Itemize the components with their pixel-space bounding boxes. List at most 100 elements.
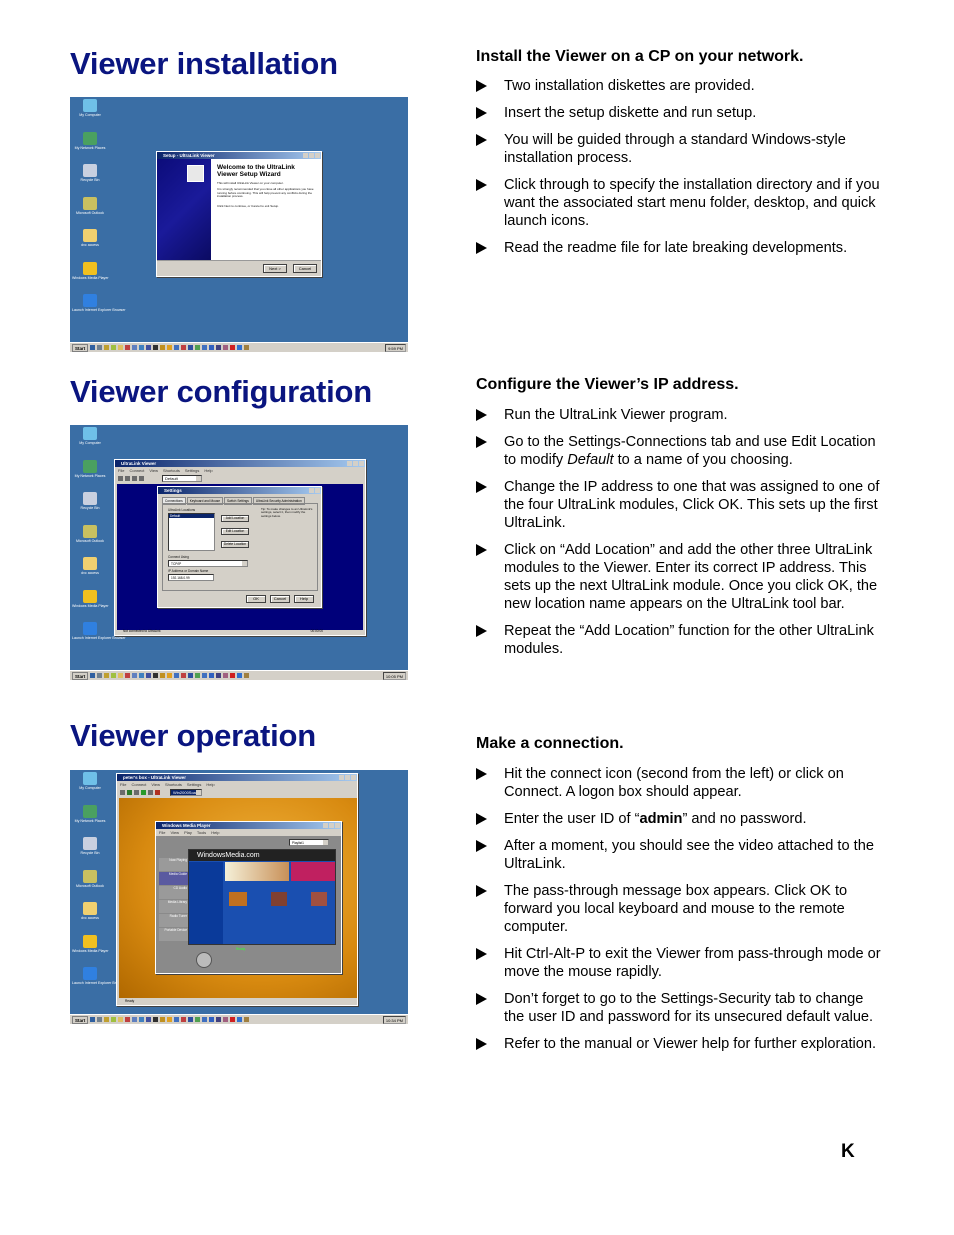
quick-launch-icon[interactable] [188,1017,194,1022]
quick-launch-icon[interactable] [153,1017,159,1022]
close-icon[interactable] [359,461,364,466]
quick-launch-icon[interactable] [111,1017,117,1022]
ip-input[interactable]: 192.168.0.99 [168,574,214,581]
quick-launch-icon[interactable] [118,1017,124,1022]
desktop-icon[interactable]: Microsoft Outlook [76,869,104,888]
quick-launch-icon[interactable] [223,673,229,678]
help-button[interactable]: Help [294,595,314,603]
quick-launch-icon[interactable] [223,1017,229,1022]
desktop-icon[interactable]: Launch Internet Explorer Browser [72,294,126,312]
desktop-icon[interactable]: My Network Places [75,459,105,478]
quick-launch-icon[interactable] [146,1017,152,1022]
quick-launch-icon[interactable] [181,345,187,350]
quick-launch-icon[interactable] [118,345,124,350]
desktop-icon[interactable]: Microsoft Outlook [76,524,104,543]
quick-launch-icon[interactable] [146,345,152,350]
quick-launch-icon[interactable] [90,345,96,350]
quick-launch-icon[interactable] [181,673,187,678]
desktop-icon[interactable]: Recycle Bin [80,164,100,182]
quick-launch-icon[interactable] [97,1017,103,1022]
quick-launch-icon[interactable] [237,1017,243,1022]
desktop-icon[interactable]: My Computer [79,99,101,117]
menu-item-shortcuts[interactable]: Shortcuts [163,468,180,473]
menu-item-help[interactable]: Help [211,830,219,835]
quick-launch-icon[interactable] [181,1017,187,1022]
quick-launch-icon[interactable] [132,1017,138,1022]
pass-through-icon[interactable] [141,790,146,795]
quick-launch-icon[interactable] [132,673,138,678]
desktop-icon[interactable]: My Computer [79,772,101,790]
menu-item-settings[interactable]: Settings [185,468,199,473]
wmp-nav-portable-device[interactable]: Portable Device [159,928,189,941]
desktop-icon[interactable]: dvc access [80,902,100,920]
quick-launch-icon[interactable] [139,345,145,350]
desktop-icon[interactable]: My Network Places [75,804,105,823]
wmp-feature-1[interactable] [225,862,289,881]
quick-launch-icon[interactable] [244,673,250,678]
quick-launch-icon[interactable] [237,673,243,678]
delete-location-button[interactable]: Delete Location [221,541,249,548]
desktop-icon[interactable]: Windows Media Player [72,261,109,280]
wmp-thumb-3[interactable] [311,892,327,906]
quick-launch-icon[interactable] [90,1017,96,1022]
quick-launch-icon[interactable] [216,673,222,678]
location-combo[interactable]: Default [162,475,202,482]
close-icon[interactable] [315,488,320,493]
desktop-icon[interactable]: Recycle Bin [80,492,100,510]
quick-launch-icon[interactable] [230,673,236,678]
quick-launch-icon[interactable] [195,673,201,678]
menu-item-view[interactable]: View [151,782,160,787]
connect-icon[interactable] [125,476,130,481]
wmp-nav-media-guide[interactable]: Media Guide [159,872,189,885]
quick-launch-icon[interactable] [90,673,96,678]
wmp-nav-radio-tuner[interactable]: Radio Tuner [159,914,189,927]
menu-item-help[interactable]: Help [204,468,212,473]
menu-item-view[interactable]: View [149,468,158,473]
quick-launch-icon[interactable] [237,345,243,350]
quick-launch-icon[interactable] [97,673,103,678]
quick-launch-icon[interactable] [111,673,117,678]
desktop-icon[interactable]: Launch Internet Explorer Browser [72,622,126,640]
desktop-icon[interactable]: Launch Internet Explorer Browser [72,967,126,985]
connect-using-select[interactable]: TCP/IP [168,560,248,567]
edit-location-button[interactable]: Edit Location [221,528,249,535]
quick-launch-icon[interactable] [132,345,138,350]
menu-item-shortcuts[interactable]: Shortcuts [165,782,182,787]
quick-launch-icon[interactable] [160,1017,166,1022]
quick-launch-icon[interactable] [153,345,159,350]
desktop-icon[interactable]: Recycle Bin [80,837,100,855]
quick-launch-icon[interactable] [209,1017,215,1022]
quick-launch-icon[interactable] [202,345,208,350]
quick-launch-icon[interactable] [174,673,180,678]
start-button[interactable]: Start [72,671,89,680]
quick-launch-icon[interactable] [223,345,229,350]
quick-launch-icon[interactable] [111,345,117,350]
quick-launch-icon[interactable] [202,673,208,678]
menu-item-connect[interactable]: Connect [131,782,146,787]
quick-launch-icon[interactable] [125,1017,131,1022]
desktop-icon[interactable]: Microsoft Outlook [76,196,104,215]
wmp-nav-media-library[interactable]: Media Library [159,900,189,913]
quick-launch-icon[interactable] [97,345,103,350]
save-icon[interactable] [118,476,123,481]
location-combo[interactable]: Win2000Soap [170,789,202,796]
desktop-icon[interactable]: dvc access [80,229,100,247]
wmp-thumb-1[interactable] [229,892,247,906]
quick-launch-icon[interactable] [174,345,180,350]
next-button[interactable]: Next > [263,264,287,273]
playlist-select[interactable]: Playlist1 [289,839,329,846]
quick-launch-icon[interactable] [174,1017,180,1022]
menu-item-help[interactable]: Help [206,782,214,787]
ok-button[interactable]: OK [246,595,266,603]
menu-item-file[interactable]: File [120,782,126,787]
cancel-button[interactable]: Cancel [293,264,317,273]
quick-launch-icon[interactable] [125,673,131,678]
quick-launch-icon[interactable] [202,1017,208,1022]
quick-launch-icon[interactable] [209,345,215,350]
desktop-icon[interactable]: dvc access [80,557,100,575]
start-button[interactable]: Start [72,1015,89,1024]
quick-launch-icon[interactable] [118,673,124,678]
start-button[interactable]: Start [72,343,89,352]
close-icon[interactable] [315,153,320,158]
quick-launch-icon[interactable] [104,1017,110,1022]
